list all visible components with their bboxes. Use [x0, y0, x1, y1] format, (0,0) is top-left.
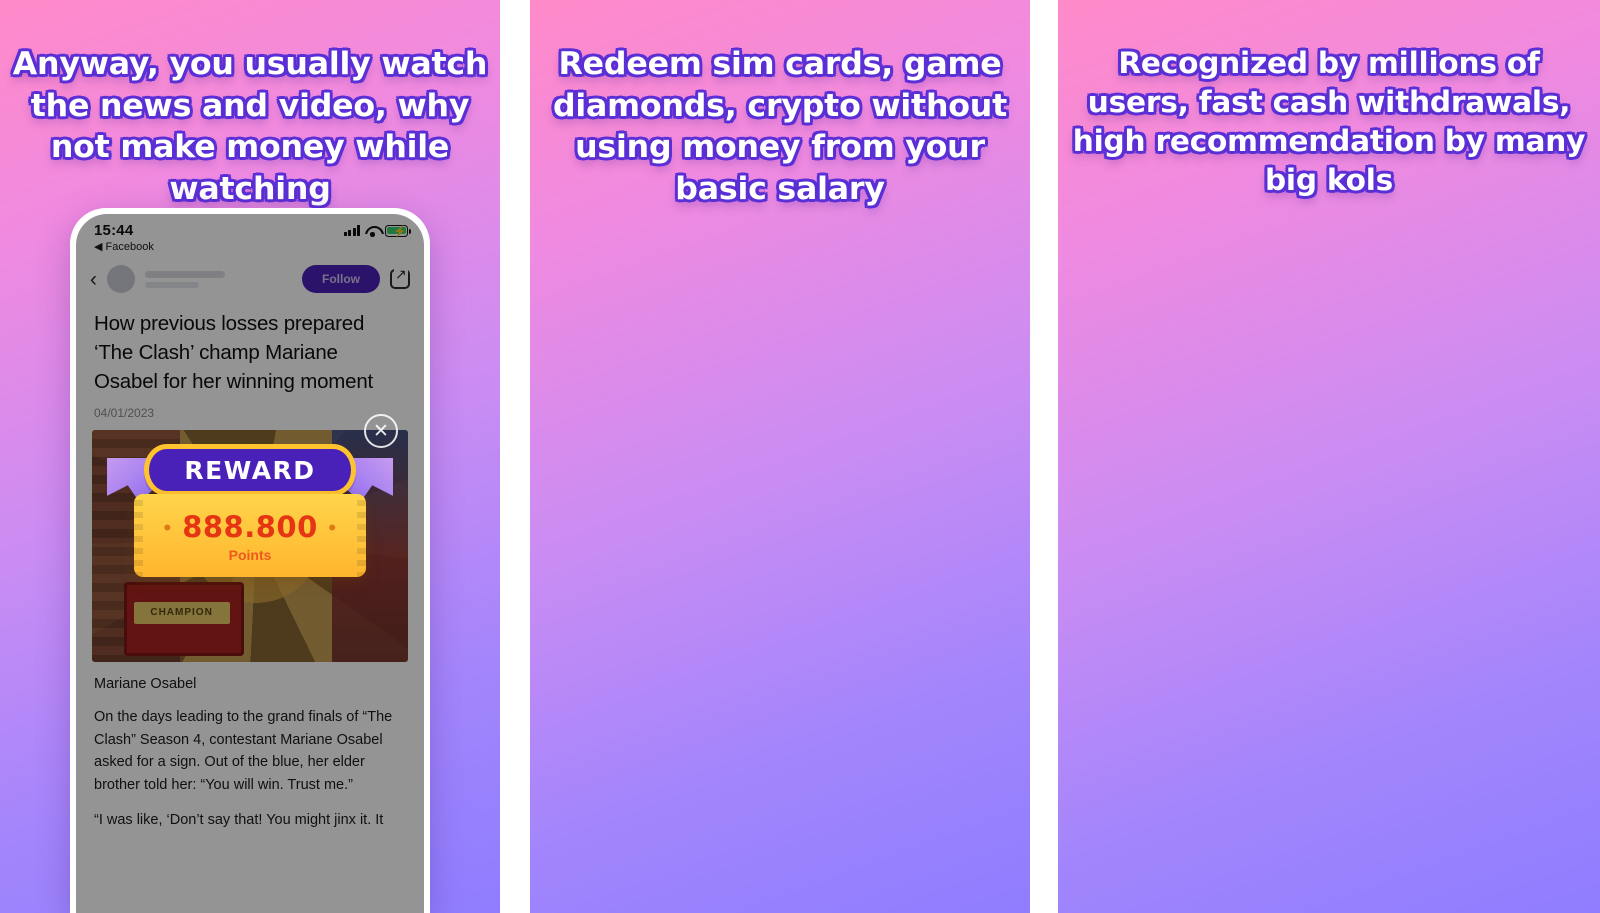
reward-amount: 888.800 [182, 510, 318, 544]
reward-ticket: • 888.800 • Points [134, 494, 366, 577]
reward-ribbon-label: REWARD [184, 455, 316, 485]
status-time: 15:44 [94, 222, 134, 239]
promo-panel-1: Anyway, you usually watch the news and v… [0, 0, 500, 913]
promo-panel-2: Redeem sim cards, game diamonds, crypto … [530, 0, 1030, 913]
back-to-facebook-link[interactable]: ◀ Facebook [76, 239, 424, 253]
ticket-notch-left [134, 494, 143, 577]
article-caption: Mariane Osabel [94, 676, 197, 693]
reward-dot-right: • [326, 519, 339, 539]
share-icon[interactable] [390, 266, 410, 289]
ribbon-body: REWARD [144, 444, 356, 496]
panel-3-headline: Recognized by millions of users, fast ca… [1072, 46, 1586, 197]
battery-charging-icon: ⚡ [385, 224, 411, 238]
reward-amount-row: • 888.800 • [134, 510, 366, 544]
follow-button[interactable]: Follow [302, 265, 380, 293]
screenshot-root: Anyway, you usually watch the news and v… [0, 0, 1600, 913]
reward-popup: REWARD ₱ ₱ ₱ •888.800• [76, 442, 424, 577]
status-bar-1: 15:44 ⚡ [76, 214, 424, 239]
status-icons: ⚡ [343, 224, 411, 238]
promo-panel-3: Recognized by millions of users, fast ca… [1058, 0, 1600, 913]
panel-2-headline: Redeem sim cards, game diamonds, crypto … [552, 46, 1008, 207]
panel-gap-1 [500, 0, 530, 913]
signal-icon [343, 225, 360, 236]
panel-1-headline: Anyway, you usually watch the news and v… [12, 46, 488, 207]
article-paragraph-2: “I was like, ‘Don’t say that! You might … [94, 812, 384, 829]
reward-unit: Points [228, 547, 272, 563]
author-avatar [107, 265, 135, 293]
article-paragraph-1: On the days leading to the grand finals … [94, 709, 393, 793]
phone-mockup-1: 15:44 ⚡ ◀ Facebook ‹ Follow ↗ How previo… [70, 208, 430, 913]
phone-screen-1: 15:44 ⚡ ◀ Facebook ‹ Follow ↗ How previo… [76, 214, 424, 913]
author-name-placeholder [145, 270, 292, 288]
ticket-notch-right [357, 494, 366, 577]
trophy-plate-label: CHAMPION [133, 602, 230, 625]
back-chevron-icon[interactable]: ‹ [90, 269, 97, 290]
wifi-icon [365, 225, 380, 237]
article-navbar: ‹ Follow [76, 253, 424, 303]
article-screen: 15:44 ⚡ ◀ Facebook ‹ Follow ↗ How previo… [76, 214, 424, 913]
article-title: How previous losses prepared ‘The Clash’… [94, 312, 374, 394]
panel-gap-2 [1030, 0, 1058, 913]
trophy-graphic: CHAMPION [123, 582, 244, 657]
reward-ribbon: REWARD [107, 442, 393, 502]
article-body: On the days leading to the grand finals … [76, 696, 424, 831]
close-icon[interactable]: ✕ [364, 414, 398, 448]
reward-dot-left: • [161, 519, 174, 539]
